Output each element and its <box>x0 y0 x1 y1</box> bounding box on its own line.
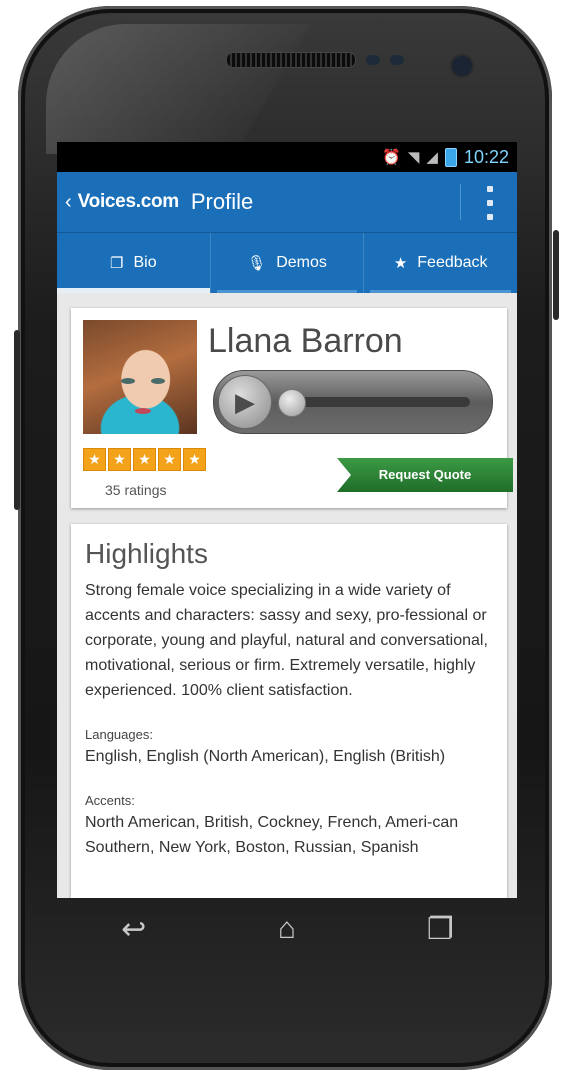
profile-card: ★ ★ ★ ★ ★ 35 ratings Llana Barron ▶ Requ… <box>71 308 513 508</box>
highlights-card: Highlights Strong female voice specializ… <box>71 524 507 898</box>
avatar-eye <box>121 378 135 384</box>
status-bar: ⏰ ◥ ◢ 10:22 <box>57 142 517 172</box>
profile-name: Llana Barron <box>208 322 403 360</box>
alarm-icon: ⏰ <box>382 149 401 166</box>
front-camera <box>450 54 474 78</box>
avatar-eye <box>151 378 165 384</box>
rating-star-icon: ★ <box>183 448 206 471</box>
actionbar-divider <box>460 184 461 220</box>
volume-button <box>14 330 20 510</box>
audio-player: ▶ <box>213 370 493 434</box>
star-icon: ★ <box>393 255 408 272</box>
status-time: 10:22 <box>463 146 509 167</box>
phone-gloss <box>46 24 346 154</box>
tab-bio-label: Bio <box>133 254 157 271</box>
microphone-icon: 🎙︎ <box>247 255 267 272</box>
action-bar: ‹ Voices.com Profile <box>57 172 517 232</box>
system-nav-bar: ↩ ⌂ ❐ <box>57 898 517 960</box>
wifi-icon: ◥ <box>407 149 420 166</box>
request-quote-button[interactable]: Request Quote <box>337 458 513 492</box>
rating-star-icon: ★ <box>158 448 181 471</box>
document-icon: ❐ <box>110 255 124 272</box>
back-chevron-icon[interactable]: ‹ <box>65 191 72 214</box>
recent-apps-icon[interactable]: ❐ <box>410 912 470 947</box>
tab-feedback-label: Feedback <box>417 254 488 271</box>
accents-value: North American, British, Cockney, French… <box>85 814 459 856</box>
app-logo[interactable]: Voices.com <box>78 191 180 213</box>
accents-label: Accents: <box>85 793 135 808</box>
app-screen: ⏰ ◥ ◢ 10:22 ‹ Voices.com Profile ❐ Bio 🎙… <box>57 142 517 898</box>
sensor-dot <box>390 55 404 65</box>
rating-star-icon: ★ <box>133 448 156 471</box>
ratings-count: 35 ratings <box>105 482 167 498</box>
audio-progress-track[interactable] <box>284 397 470 407</box>
rating-star-icon: ★ <box>83 448 106 471</box>
rating-star-icon: ★ <box>108 448 131 471</box>
sensor-dot <box>366 55 380 65</box>
highlights-text: Strong female voice specializing in a wi… <box>85 582 488 699</box>
tab-demos-label: Demos <box>276 254 327 271</box>
languages-label: Languages: <box>85 727 153 742</box>
highlights-title: Highlights <box>85 538 208 569</box>
page-title: Profile <box>190 189 254 214</box>
audio-progress-handle[interactable] <box>278 389 306 417</box>
rating-stars: ★ ★ ★ ★ ★ <box>83 448 206 471</box>
avatar-lips <box>135 408 151 414</box>
tab-feedback[interactable]: ★ Feedback <box>363 233 517 293</box>
languages-value: English, English (North American), Engli… <box>85 748 446 765</box>
avatar[interactable] <box>83 320 197 434</box>
back-arrow-icon[interactable]: ↩ <box>104 912 164 947</box>
play-button[interactable]: ▶ <box>218 375 272 429</box>
earpiece-speaker <box>226 52 356 68</box>
tab-demos[interactable]: 🎙︎ Demos <box>209 233 364 293</box>
battery-icon <box>444 147 457 167</box>
signal-icon: ◢ <box>426 149 438 166</box>
power-button <box>553 230 559 320</box>
tab-bar: ❐ Bio 🎙︎ Demos ★ Feedback <box>57 232 517 293</box>
home-icon[interactable]: ⌂ <box>257 912 317 946</box>
overflow-menu-icon[interactable] <box>477 186 503 220</box>
tab-bio[interactable]: ❐ Bio <box>57 233 210 293</box>
